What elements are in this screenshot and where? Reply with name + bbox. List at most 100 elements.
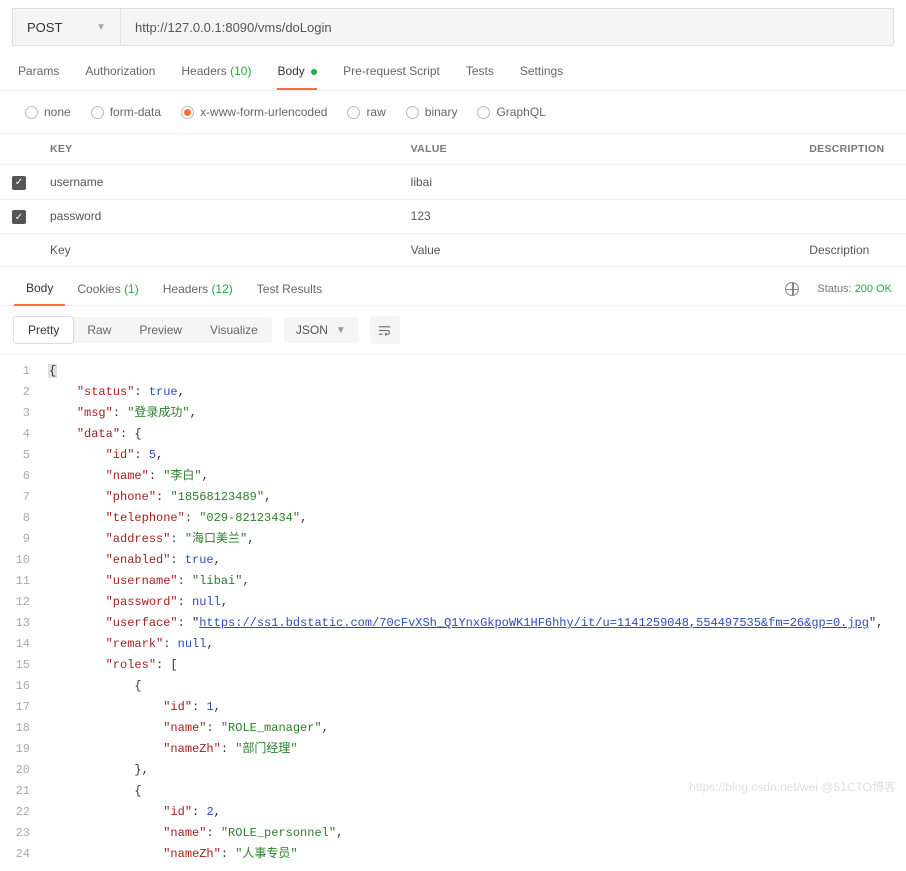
- code-line: 22 "id": 2,: [0, 802, 906, 823]
- resp-tab-headers-label: Headers: [163, 282, 208, 296]
- globe-icon[interactable]: [785, 282, 799, 296]
- line-number: 21: [0, 781, 48, 802]
- radio-icon: [347, 106, 360, 119]
- dirty-indicator-icon: [311, 69, 317, 75]
- code-content: "phone": "18568123489",: [48, 487, 906, 508]
- code-content: {: [48, 781, 906, 802]
- radio-icon: [25, 106, 38, 119]
- code-content: "msg": "登录成功",: [48, 403, 906, 424]
- line-number: 18: [0, 718, 48, 739]
- response-tabs: Body Cookies (1) Headers (12) Test Resul…: [0, 267, 906, 306]
- response-body[interactable]: 1{2 "status": true,3 "msg": "登录成功",4 "da…: [0, 355, 906, 871]
- cell-value[interactable]: 123: [399, 199, 798, 234]
- code-content: "password": null,: [48, 592, 906, 613]
- cell-key[interactable]: username: [38, 165, 399, 200]
- resp-tab-cookies-label: Cookies: [77, 282, 120, 296]
- code-content: "userface": "https://ss1.bdstatic.com/70…: [48, 613, 906, 634]
- cell-key-placeholder[interactable]: Key: [38, 234, 399, 267]
- code-content: "roles": [: [48, 655, 906, 676]
- wrap-lines-button[interactable]: [370, 316, 400, 344]
- checkbox-icon[interactable]: ✓: [12, 176, 26, 190]
- code-line: 14 "remark": null,: [0, 634, 906, 655]
- resp-tab-cookies[interactable]: Cookies (1): [65, 282, 150, 305]
- tab-headers[interactable]: Headers (10): [181, 64, 251, 90]
- formatter-row: Pretty Raw Preview Visualize JSON ▼: [0, 306, 906, 355]
- code-content: "enabled": true,: [48, 550, 906, 571]
- code-content: {: [48, 361, 906, 382]
- code-content: "id": 2,: [48, 802, 906, 823]
- params-table: KEY VALUE DESCRIPTION ✓ username libai ✓…: [0, 133, 906, 267]
- tab-prerequest[interactable]: Pre-request Script: [343, 64, 440, 90]
- radio-form-data-label: form-data: [110, 105, 161, 119]
- radio-none[interactable]: none: [25, 105, 71, 119]
- radio-form-data[interactable]: form-data: [91, 105, 161, 119]
- code-content: "username": "libai",: [48, 571, 906, 592]
- status-block: Status: 200 OK: [817, 283, 892, 295]
- code-content: "name": "ROLE_manager",: [48, 718, 906, 739]
- line-number: 3: [0, 403, 48, 424]
- chevron-down-icon: ▼: [96, 22, 106, 33]
- lang-select[interactable]: JSON ▼: [284, 317, 358, 343]
- line-number: 15: [0, 655, 48, 676]
- line-number: 11: [0, 571, 48, 592]
- cell-description[interactable]: [797, 199, 906, 234]
- tab-authorization[interactable]: Authorization: [85, 64, 155, 90]
- resp-tab-headers-count: (12): [211, 282, 232, 296]
- code-content: "nameZh": "部门经理": [48, 739, 906, 760]
- fmt-tab-pretty[interactable]: Pretty: [13, 316, 74, 344]
- code-line: 10 "enabled": true,: [0, 550, 906, 571]
- method-select[interactable]: POST ▼: [13, 9, 121, 45]
- line-number: 2: [0, 382, 48, 403]
- resp-tab-body[interactable]: Body: [14, 281, 65, 306]
- table-row: ✓ username libai: [0, 165, 906, 200]
- fmt-tab-visualize[interactable]: Visualize: [196, 317, 272, 343]
- line-number: 5: [0, 445, 48, 466]
- code-content: },: [48, 760, 906, 781]
- line-number: 13: [0, 613, 48, 634]
- code-line: 9 "address": "海口美兰",: [0, 529, 906, 550]
- tab-headers-count: (10): [230, 64, 251, 78]
- radio-raw-label: raw: [366, 105, 385, 119]
- resp-tab-test-results[interactable]: Test Results: [245, 282, 334, 305]
- code-line: 7 "phone": "18568123489",: [0, 487, 906, 508]
- cell-key[interactable]: password: [38, 199, 399, 234]
- radio-binary-label: binary: [425, 105, 458, 119]
- code-content: "remark": null,: [48, 634, 906, 655]
- checkbox-icon[interactable]: ✓: [12, 210, 26, 224]
- line-number: 6: [0, 466, 48, 487]
- code-content: "id": 1,: [48, 697, 906, 718]
- tab-settings[interactable]: Settings: [520, 64, 563, 90]
- table-row-new: Key Value Description: [0, 234, 906, 267]
- line-number: 8: [0, 508, 48, 529]
- cell-value[interactable]: libai: [399, 165, 798, 200]
- radio-raw[interactable]: raw: [347, 105, 385, 119]
- cell-description[interactable]: [797, 165, 906, 200]
- col-description: DESCRIPTION: [797, 134, 906, 165]
- url-input[interactable]: [121, 9, 893, 45]
- tab-headers-label: Headers: [181, 64, 226, 78]
- cell-desc-placeholder[interactable]: Description: [797, 234, 906, 267]
- fmt-tab-raw[interactable]: Raw: [73, 317, 125, 343]
- code-line: 8 "telephone": "029-82123434",: [0, 508, 906, 529]
- radio-urlencoded[interactable]: x-www-form-urlencoded: [181, 105, 327, 119]
- line-number: 24: [0, 844, 48, 865]
- tab-body[interactable]: Body: [277, 64, 317, 90]
- code-line: 4 "data": {: [0, 424, 906, 445]
- tab-params[interactable]: Params: [18, 64, 59, 90]
- radio-icon: [406, 106, 419, 119]
- code-line: 21 {: [0, 781, 906, 802]
- fmt-tab-preview[interactable]: Preview: [125, 317, 196, 343]
- code-content: "telephone": "029-82123434",: [48, 508, 906, 529]
- radio-binary[interactable]: binary: [406, 105, 458, 119]
- line-number: 7: [0, 487, 48, 508]
- status-label: Status:: [817, 283, 851, 295]
- line-number: 20: [0, 760, 48, 781]
- col-value: VALUE: [399, 134, 798, 165]
- resp-tab-headers[interactable]: Headers (12): [151, 282, 245, 305]
- radio-graphql[interactable]: GraphQL: [477, 105, 545, 119]
- method-label: POST: [27, 20, 62, 35]
- cell-value-placeholder[interactable]: Value: [399, 234, 798, 267]
- tab-tests[interactable]: Tests: [466, 64, 494, 90]
- code-line: 20 },: [0, 760, 906, 781]
- resp-tab-cookies-count: (1): [124, 282, 139, 296]
